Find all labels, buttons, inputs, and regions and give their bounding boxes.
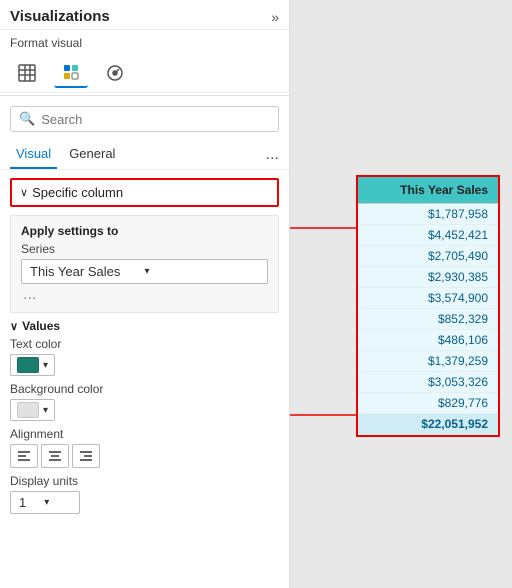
data-table-container: This Year Sales $1,787,958$4,452,421$2,7… xyxy=(356,175,500,437)
table-row: $3,574,900 xyxy=(358,288,498,309)
apply-settings-box: Apply settings to Series This Year Sales… xyxy=(10,215,279,313)
table-row: $2,930,385 xyxy=(358,267,498,288)
table-row: $1,379,259 xyxy=(358,351,498,372)
tab-general[interactable]: General xyxy=(63,140,121,169)
format-icon-btn[interactable] xyxy=(54,58,88,88)
series-label: Series xyxy=(21,242,268,256)
text-color-picker[interactable]: ▾ xyxy=(10,354,55,376)
background-color-swatch xyxy=(17,402,39,418)
search-icon: 🔍 xyxy=(19,111,35,127)
panel-header: Visualizations » xyxy=(0,0,289,30)
table-header: This Year Sales xyxy=(358,177,498,204)
data-table: This Year Sales $1,787,958$4,452,421$2,7… xyxy=(358,177,498,435)
display-units-dropdown[interactable]: 1 ▾ xyxy=(10,491,80,514)
icon-row xyxy=(0,54,289,93)
series-chevron-icon: ▾ xyxy=(145,266,260,277)
table-row: $4,452,421 xyxy=(358,225,498,246)
tab-more-icon[interactable]: ... xyxy=(266,146,279,164)
chevron-down-icon: ∨ xyxy=(20,186,28,199)
align-right-button[interactable] xyxy=(72,444,100,468)
tabs-row: Visual General ... xyxy=(0,140,289,170)
format-visual-label: Format visual xyxy=(0,30,289,54)
panel-title: Visualizations xyxy=(10,8,110,25)
values-chevron-icon: ∨ xyxy=(10,320,18,333)
alignment-label: Alignment xyxy=(10,427,279,441)
display-units-value: 1 xyxy=(19,495,26,510)
align-center-button[interactable] xyxy=(41,444,69,468)
table-total-row: $22,051,952 xyxy=(358,414,498,435)
text-color-swatch xyxy=(17,357,39,373)
search-input[interactable] xyxy=(41,112,270,127)
specific-column-label: Specific column xyxy=(32,185,123,200)
series-value: This Year Sales xyxy=(30,264,145,279)
values-header[interactable]: ∨ Values xyxy=(10,319,279,333)
values-section: ∨ Values Text color ▾ Background color ▾… xyxy=(10,319,279,520)
table-row: $1,787,958 xyxy=(358,204,498,225)
table-row: $852,329 xyxy=(358,309,498,330)
background-color-label: Background color xyxy=(10,382,279,396)
series-dropdown[interactable]: This Year Sales ▾ xyxy=(21,259,268,284)
collapse-icon[interactable]: » xyxy=(271,9,279,25)
align-left-button[interactable] xyxy=(10,444,38,468)
specific-column-header[interactable]: ∨ Specific column xyxy=(12,180,277,205)
table-row: $829,776 xyxy=(358,393,498,414)
display-units-label: Display units xyxy=(10,474,279,488)
display-units-section: Display units 1 ▾ xyxy=(10,474,279,514)
right-panel: This Year Sales $1,787,958$4,452,421$2,7… xyxy=(290,0,512,588)
series-dots: ... xyxy=(21,286,268,304)
search-bar[interactable]: 🔍 xyxy=(10,106,279,132)
table-row: $3,053,326 xyxy=(358,372,498,393)
alignment-section: Alignment xyxy=(10,427,279,468)
apply-settings-label: Apply settings to xyxy=(21,224,268,238)
background-color-row: Background color ▾ xyxy=(10,382,279,421)
text-color-row: Text color ▾ xyxy=(10,337,279,376)
tab-visual[interactable]: Visual xyxy=(10,140,57,169)
table-row: $486,106 xyxy=(358,330,498,351)
text-color-chevron-icon: ▾ xyxy=(43,360,48,371)
specific-column-section: ∨ Specific column xyxy=(10,178,279,207)
alignment-buttons xyxy=(10,444,279,468)
bg-color-chevron-icon: ▾ xyxy=(43,405,48,416)
table-grid-icon-btn[interactable] xyxy=(10,58,44,88)
text-color-label: Text color xyxy=(10,337,279,351)
table-row: $2,705,490 xyxy=(358,246,498,267)
analytics-icon-btn[interactable] xyxy=(98,58,132,88)
display-units-chevron-icon: ▾ xyxy=(44,497,49,508)
values-label: Values xyxy=(22,319,60,333)
left-panel: Visualizations » Format visual xyxy=(0,0,290,588)
background-color-picker[interactable]: ▾ xyxy=(10,399,55,421)
